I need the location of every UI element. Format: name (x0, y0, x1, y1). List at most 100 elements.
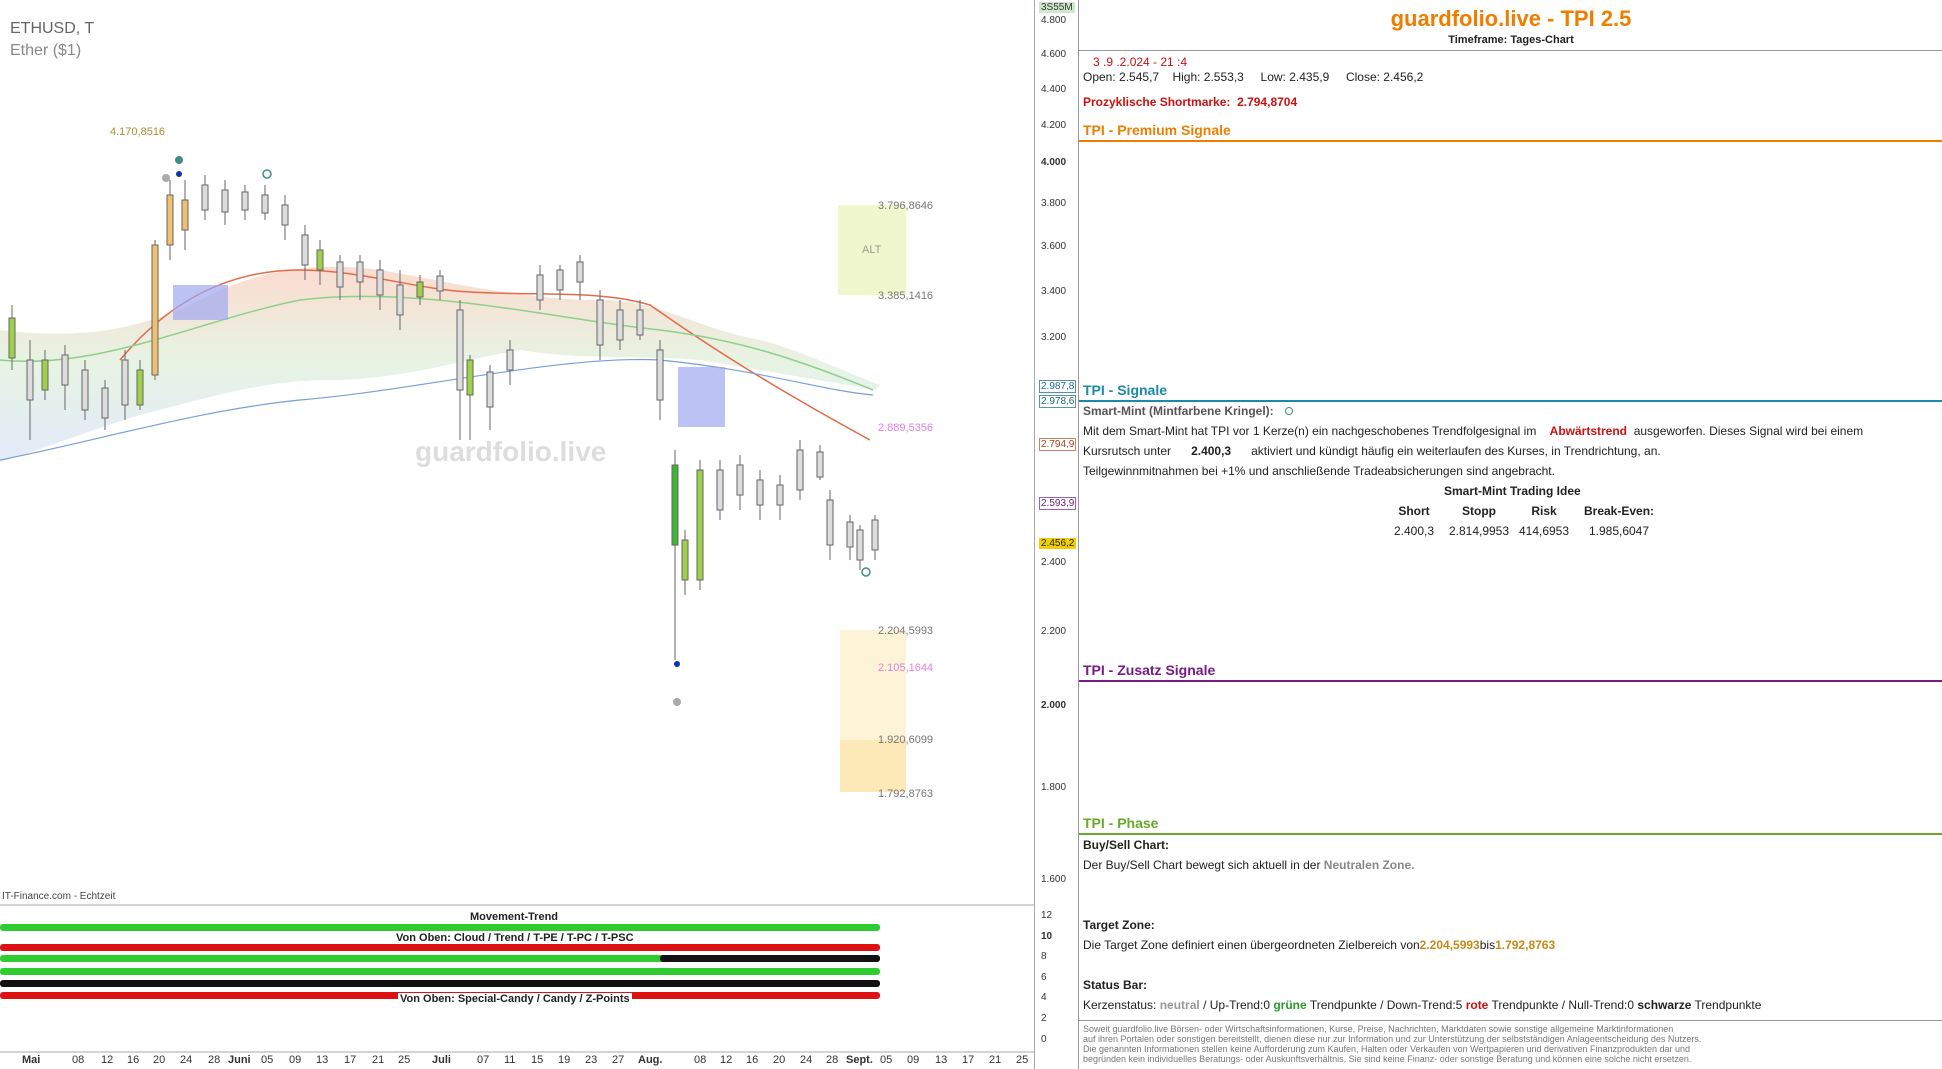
date-tick: 09 (907, 1054, 920, 1066)
buysell-text: Der Buy/Sell Chart bewegt sich aktuell i… (1083, 858, 1321, 872)
date-tick: 19 (558, 1054, 571, 1066)
target-label-2: 2.105,1644 (878, 662, 934, 674)
disclaimer-line: Die genannten Informationen stellen kein… (1083, 1044, 1691, 1054)
idea-header: Break-Even: (1583, 504, 1655, 518)
price-label: 2.593,9 (1039, 497, 1077, 510)
date-tick: 21 (372, 1054, 385, 1066)
watermark: guardfolio.live (415, 436, 607, 467)
idea-value: 2.814,9953 (1448, 524, 1510, 538)
date-tick: 15 (531, 1054, 544, 1066)
chart-area[interactable]: ETHUSD, T Ether ($1) guardfolio.live 4.1… (0, 0, 1079, 1069)
target-bis: bis (1479, 938, 1496, 952)
idea-title: Smart-Mint Trading Idee (1444, 484, 1581, 498)
status-k: Kerzenstatus: (1083, 998, 1157, 1012)
disclaimer: Soweit guardfolio.live Börsen- oder Wirt… (1083, 1024, 1942, 1064)
date-tick: 17 (962, 1054, 975, 1066)
date-tick: 16 (746, 1054, 759, 1066)
date-tick: 24 (180, 1054, 193, 1066)
buysell-title: Buy/Sell Chart: (1083, 838, 1170, 852)
target-text-row: Die Target Zone definiert einen übergeor… (1083, 938, 1555, 952)
idea-value: 1.985,6047 (1588, 524, 1650, 538)
smartmint-text-1: Mit dem Smart-Mint hat TPI vor 1 Kerze(n… (1083, 424, 1863, 438)
tpi-panel: guardfolio.live - TPI 2.5 Timeframe: Tag… (1078, 0, 1942, 1069)
status-rote: rote (1465, 998, 1489, 1012)
divider (1079, 1020, 1942, 1021)
date-tick: 28 (208, 1054, 221, 1066)
date-tick: 25 (1016, 1054, 1029, 1066)
tick: 4.000 (1041, 157, 1067, 168)
idea-value: 2.400,3 (1393, 524, 1435, 538)
marker-blue (176, 171, 182, 177)
tick: 4 (1041, 992, 1047, 1003)
smartmint-ring-icon (1285, 407, 1294, 415)
smartmint-title-row: Smart-Mint (Mintfarbene Kringel): (1083, 404, 1294, 418)
smartmint-title: Smart-Mint (Mintfarbene Kringel): (1083, 404, 1274, 418)
date-tick: 23 (585, 1054, 598, 1066)
tick: 6 (1041, 972, 1047, 983)
smartmint-text-2: Kursrutsch unter 2.400,3 aktiviert und k… (1083, 444, 1661, 458)
open-label: Open: (1083, 70, 1116, 84)
date-tick: 24 (800, 1054, 813, 1066)
date-axis[interactable]: Mai 08 12 16 20 24 28 Juni 05 09 13 17 2… (0, 1052, 1034, 1069)
section-line (1079, 400, 1942, 402)
blue-box-1 (173, 285, 228, 320)
panel-title: guardfolio.live - TPI 2.5 (1390, 6, 1632, 31)
date-tick: Juli (432, 1054, 451, 1066)
date-tick: 07 (477, 1054, 490, 1066)
shortmark-row: Prozyklische Shortmarke: 2.794,8704 (1083, 95, 1297, 109)
date-tick: Sept. (846, 1054, 873, 1066)
blue-box-2 (678, 367, 725, 427)
high-label: High: (1172, 70, 1201, 84)
section-premium: TPI - Premium Signale (1083, 122, 1231, 138)
tick: 4.200 (1041, 120, 1067, 131)
date-tick: 08 (72, 1054, 85, 1066)
price-label: 2.978,6 (1039, 395, 1077, 408)
alt-bottom-label: 3.385,1416 (878, 290, 934, 302)
buysell-zone: Neutralen Zone. (1323, 858, 1415, 872)
date-tick: 12 (720, 1054, 733, 1066)
price-badge: 3S55M (1039, 2, 1075, 13)
candles (8, 175, 879, 660)
sm-trend: Abwärtstrend (1549, 424, 1628, 438)
date-tick: 25 (398, 1054, 411, 1066)
short-line-label: 2.889,5356 (878, 422, 934, 434)
datetime-label: 3 .9 .2.024 - 21 :4 (1093, 55, 1188, 69)
section-signale: TPI - Signale (1083, 382, 1168, 398)
price-chart[interactable] (0, 0, 1040, 1069)
disclaimer-line: Soweit guardfolio.live Börsen- oder Wirt… (1083, 1024, 1674, 1034)
target-text: Die Target Zone definiert einen übergeor… (1083, 938, 1420, 952)
tick: 3.200 (1041, 332, 1067, 343)
tick: 1.600 (1041, 874, 1067, 885)
disclaimer-line: begründen kein individuelles Beratungs- … (1083, 1054, 1692, 1064)
price-label: 2.456,2 (1039, 538, 1077, 549)
section-line (1079, 140, 1942, 142)
close-label: Close: (1345, 70, 1380, 84)
smartmint-text-3: Teilgewinnmitnahmen bei +1% und anschlie… (1083, 464, 1555, 478)
target-label-4: 1.792,8763 (878, 788, 934, 800)
target-label-3: 1.920,6099 (878, 734, 934, 746)
ohlc-row: Open: 2.545,7 High: 2.553,3 Low: 2.435,9… (1083, 70, 1423, 84)
target-zone-upper (840, 630, 906, 740)
tick: 0 (1041, 1034, 1047, 1045)
high-value: 2.553,3 (1203, 70, 1244, 84)
marker-gray (162, 174, 170, 182)
date-tick: 16 (127, 1054, 140, 1066)
tick: 4.600 (1041, 49, 1067, 60)
marker-open-1 (262, 169, 272, 179)
marker-gray-low (673, 698, 681, 706)
data-source-label: IT-Finance.com - Echtzeit (2, 891, 116, 902)
price-axis[interactable]: 3S55M 4.800 4.600 4.400 4.200 4.000 3.80… (1034, 0, 1079, 1069)
shortmark-label: Prozyklische Shortmarke: (1083, 95, 1231, 109)
tick: 2 (1041, 1013, 1047, 1024)
date-tick: 12 (101, 1054, 114, 1066)
high-annotation: 4.170,8516 (110, 126, 166, 138)
tick: 3.600 (1041, 241, 1067, 252)
date-tick: 27 (612, 1054, 625, 1066)
low-label: Low: (1260, 70, 1286, 84)
tick: 3.800 (1041, 198, 1067, 209)
target-label-1: 2.204,5993 (878, 625, 934, 637)
tick: 2.400 (1041, 557, 1067, 568)
movement-trend-title: Movement-Trend (468, 911, 561, 923)
buysell-text-row: Der Buy/Sell Chart bewegt sich aktuell i… (1083, 858, 1414, 872)
low-value: 2.435,9 (1289, 70, 1330, 84)
